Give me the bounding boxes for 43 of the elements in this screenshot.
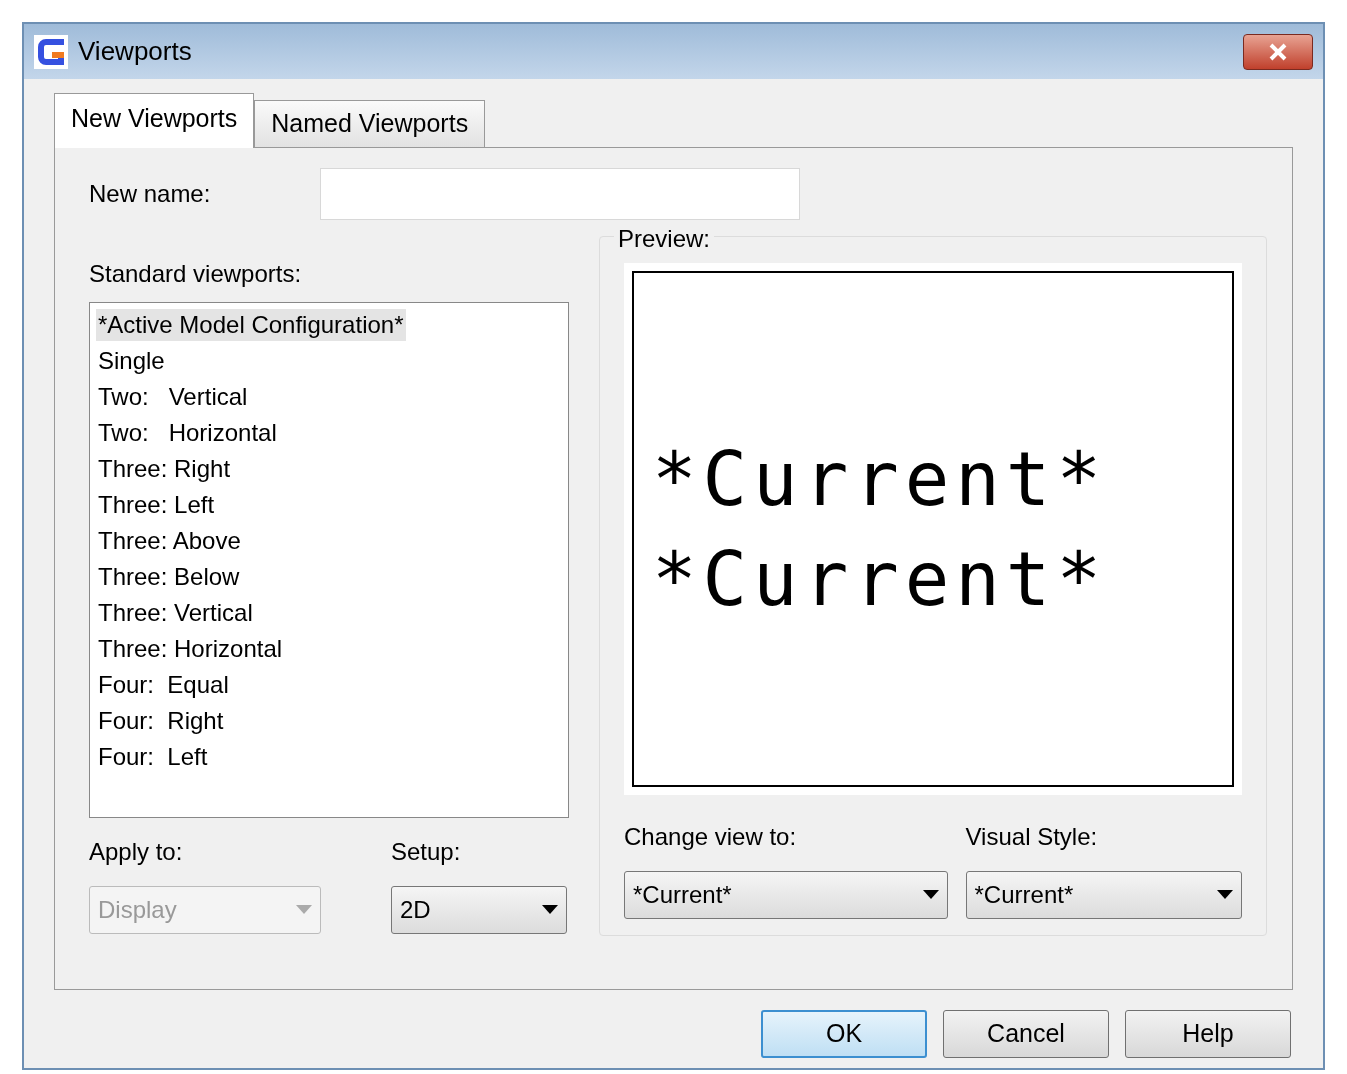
- list-item[interactable]: Three: Horizontal: [96, 632, 285, 665]
- dropdown-label: Apply to:: [89, 836, 184, 867]
- list-item[interactable]: Single: [96, 344, 167, 377]
- list-item[interactable]: Two: Horizontal: [96, 416, 279, 449]
- caret-icon: [542, 905, 558, 914]
- list-item[interactable]: Two: Vertical: [96, 380, 250, 413]
- list-item[interactable]: Three: Above: [96, 524, 243, 557]
- caret-icon: [296, 905, 312, 914]
- dropdown[interactable]: *Current*: [624, 870, 948, 919]
- dropdown-value: *Current*: [974, 879, 1074, 910]
- new-name-field[interactable]: [320, 167, 801, 220]
- dropdown[interactable]: 2D: [391, 885, 567, 934]
- list-item[interactable]: Four: Equal: [96, 668, 231, 701]
- viewports-list[interactable]: *Active Model Configuration* Single Two: Vertical Two: Horizontal Three: Right Three: Left Three: Above Three: Below Three: Vertical Three: Horizontal Four: Equal Four: Right Four: Left: [89, 301, 569, 818]
- dropdown-label: Setup:: [391, 836, 462, 867]
- list-item[interactable]: Three: Left: [96, 488, 217, 521]
- list-item[interactable]: Three: Right: [96, 452, 233, 485]
- dropdown-value: *Current*: [633, 879, 732, 910]
- list-item[interactable]: *Active Model Configuration*: [96, 308, 406, 341]
- dialog-button[interactable]: Help: [1125, 1009, 1291, 1058]
- app-logo-icon: [34, 34, 68, 69]
- field-label: New name:: [89, 178, 211, 209]
- dropdown-value: 2D: [400, 894, 431, 925]
- list-item[interactable]: Three: Below: [96, 560, 242, 593]
- preview-text: *Current*: [652, 434, 1108, 524]
- list-label: Standard viewports:: [89, 258, 303, 289]
- tab[interactable]: New Viewports: [54, 93, 255, 148]
- window-title: Viewports: [78, 35, 192, 68]
- dropdown-label: Visual Style:: [965, 821, 1099, 852]
- tab[interactable]: Named Viewports: [254, 100, 486, 147]
- dialog-button[interactable]: OK: [761, 1009, 927, 1058]
- preview-text: *Current*: [652, 534, 1108, 624]
- caret-icon: [1217, 890, 1233, 899]
- dropdown-label: Change view to:: [624, 821, 798, 852]
- list-item[interactable]: Three: Vertical: [96, 596, 255, 629]
- caret-icon: [922, 890, 939, 899]
- dropdown-value: Display: [98, 894, 177, 925]
- close-icon: [1268, 42, 1288, 61]
- dropdown[interactable]: *Current*: [965, 870, 1242, 919]
- list-item[interactable]: Four: Right: [96, 704, 226, 737]
- close-button[interactable]: [1243, 33, 1313, 70]
- dialog-button[interactable]: Cancel: [943, 1009, 1109, 1058]
- list-item[interactable]: Four: Left: [96, 740, 210, 773]
